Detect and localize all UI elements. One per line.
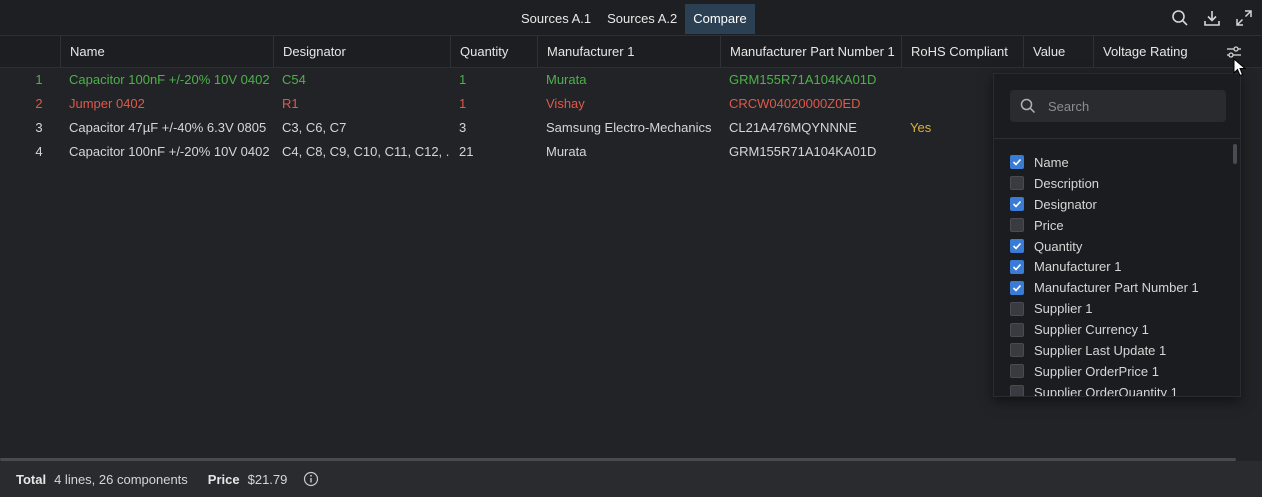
cell-designator: R1 bbox=[282, 96, 299, 111]
info-icon[interactable] bbox=[303, 471, 319, 487]
column-search-input[interactable] bbox=[1048, 90, 1218, 122]
column-option-label: Supplier 1 bbox=[1034, 301, 1093, 317]
column-option-description[interactable]: Description bbox=[1010, 173, 1230, 194]
column-option-supplier-currency[interactable]: Supplier Currency 1 bbox=[1010, 319, 1230, 340]
cell-designator: C3, C6, C7 bbox=[282, 120, 347, 135]
cell-name: Capacitor 47µF +/-40% 6.3V 0805 bbox=[69, 120, 267, 135]
cell-designator: C54 bbox=[282, 72, 306, 87]
column-option-price[interactable]: Price bbox=[1010, 215, 1230, 236]
table-row[interactable]: 3 Capacitor 47µF +/-40% 6.3V 0805 C3, C6… bbox=[0, 116, 1000, 140]
column-option-label: Description bbox=[1034, 175, 1100, 191]
column-header-voltage-rating[interactable]: Voltage Rating bbox=[1093, 36, 1213, 68]
column-option-label: Quantity bbox=[1034, 238, 1083, 254]
column-option-label: Supplier Currency 1 bbox=[1034, 322, 1149, 338]
column-option-label: Price bbox=[1034, 217, 1064, 233]
checkbox[interactable] bbox=[1010, 218, 1024, 233]
cell-mpn: CRCW04020000Z0ED bbox=[729, 96, 861, 111]
row-number: 1 bbox=[35, 72, 43, 87]
checkbox[interactable] bbox=[1010, 155, 1024, 170]
column-option-designator[interactable]: Designator bbox=[1010, 194, 1230, 215]
cell-mpn: CL21A476MQYNNNE bbox=[729, 120, 857, 135]
search-icon bbox=[1020, 98, 1036, 114]
toolbar-icons bbox=[1170, 8, 1254, 28]
mouse-cursor-icon bbox=[1233, 58, 1247, 77]
cell-manufacturer: Vishay bbox=[546, 96, 585, 111]
cell-manufacturer: Murata bbox=[546, 72, 587, 87]
checkbox[interactable] bbox=[1010, 239, 1024, 253]
column-header-name[interactable]: Name bbox=[60, 36, 273, 68]
column-list-scrollbar[interactable] bbox=[1233, 144, 1237, 164]
cell-rohs: Yes bbox=[910, 120, 932, 135]
checkbox[interactable] bbox=[1010, 197, 1024, 212]
column-picker-popover: Name Description Designator Price Quanti… bbox=[993, 73, 1241, 397]
column-header-quantity[interactable]: Quantity bbox=[450, 36, 537, 68]
row-number: 3 bbox=[35, 120, 43, 135]
column-option-supplier[interactable]: Supplier 1 bbox=[1010, 298, 1230, 319]
column-search-box bbox=[1010, 90, 1226, 122]
column-option-manufacturer[interactable]: Manufacturer 1 bbox=[1010, 256, 1230, 277]
checkbox[interactable] bbox=[1010, 343, 1024, 358]
view-tabs: Sources A.1 Sources A.2 Compare bbox=[513, 4, 755, 34]
cell-manufacturer: Murata bbox=[546, 144, 587, 159]
cell-mpn: GRM155R71A104KA01D bbox=[729, 144, 877, 159]
table-row[interactable]: 4 Capacitor 100nF +/-20% 10V 0402 C4, C8… bbox=[0, 140, 1000, 164]
cell-quantity: 1 bbox=[459, 96, 467, 111]
cell-manufacturer: Samsung Electro-Mechanics bbox=[546, 120, 712, 135]
row-number: 4 bbox=[35, 144, 43, 159]
cell-quantity: 21 bbox=[459, 144, 474, 159]
table-row[interactable]: 1 Capacitor 100nF +/-20% 10V 0402 C54 1 … bbox=[0, 68, 1000, 92]
table-row[interactable]: 2 Jumper 0402 R1 1 Vishay CRCW04020000Z0… bbox=[0, 92, 1000, 116]
checkbox[interactable] bbox=[1010, 364, 1024, 379]
cell-name: Jumper 0402 bbox=[69, 96, 145, 111]
column-list: Name Description Designator Price Quanti… bbox=[1010, 152, 1230, 397]
checkbox[interactable] bbox=[1010, 301, 1024, 316]
top-bar: Sources A.1 Sources A.2 Compare bbox=[0, 0, 1262, 36]
column-option-quantity[interactable]: Quantity bbox=[1010, 236, 1230, 257]
cell-quantity: 1 bbox=[459, 72, 467, 87]
checkbox[interactable] bbox=[1010, 280, 1024, 295]
tab-sources-a2[interactable]: Sources A.2 bbox=[599, 4, 685, 34]
tab-compare[interactable]: Compare bbox=[685, 4, 755, 34]
column-option-name[interactable]: Name bbox=[1010, 152, 1230, 173]
column-option-label: Manufacturer 1 bbox=[1034, 259, 1122, 275]
column-header-mpn[interactable]: Manufacturer Part Number 1 bbox=[720, 36, 901, 68]
column-option-label: Name bbox=[1034, 154, 1069, 170]
column-header-manufacturer[interactable]: Manufacturer 1 bbox=[537, 36, 720, 68]
column-option-supplier-order-price[interactable]: Supplier OrderPrice 1 bbox=[1010, 361, 1230, 382]
column-option-label: Designator bbox=[1034, 196, 1097, 212]
cell-quantity: 3 bbox=[459, 120, 467, 135]
column-option-label: Supplier Last Update 1 bbox=[1034, 342, 1167, 358]
price-value: $21.79 bbox=[247, 471, 288, 487]
column-option-label: Supplier OrderQuantity 1 bbox=[1034, 384, 1178, 397]
checkbox[interactable] bbox=[1010, 259, 1024, 274]
table-header: Name Designator Quantity Manufacturer 1 … bbox=[0, 36, 1262, 68]
column-header-designator[interactable]: Designator bbox=[273, 36, 450, 68]
checkbox[interactable] bbox=[1010, 176, 1024, 191]
checkbox[interactable] bbox=[1010, 322, 1024, 337]
cell-name: Capacitor 100nF +/-20% 10V 0402 bbox=[69, 72, 270, 87]
price-label: Price bbox=[207, 471, 240, 487]
download-icon[interactable] bbox=[1202, 8, 1222, 28]
total-value: 4 lines, 26 components bbox=[54, 471, 188, 487]
column-option-label: Supplier OrderPrice 1 bbox=[1034, 363, 1159, 379]
column-header-value[interactable]: Value bbox=[1023, 36, 1093, 68]
total-label: Total bbox=[16, 471, 47, 487]
tab-sources-a1[interactable]: Sources A.1 bbox=[513, 4, 599, 34]
row-number: 2 bbox=[35, 96, 43, 111]
cell-name: Capacitor 100nF +/-20% 10V 0402 bbox=[69, 144, 270, 159]
column-option-mpn[interactable]: Manufacturer Part Number 1 bbox=[1010, 277, 1230, 298]
column-option-supplier-order-quantity[interactable]: Supplier OrderQuantity 1 bbox=[1010, 382, 1230, 397]
cell-mpn: GRM155R71A104KA01D bbox=[729, 72, 877, 87]
footer-summary: Total 4 lines, 26 components Price $21.7… bbox=[0, 461, 1262, 497]
column-option-supplier-last-update[interactable]: Supplier Last Update 1 bbox=[1010, 340, 1230, 361]
column-option-label: Manufacturer Part Number 1 bbox=[1034, 280, 1199, 296]
divider bbox=[994, 138, 1240, 139]
expand-icon[interactable] bbox=[1234, 8, 1254, 28]
cell-designator: C4, C8, C9, C10, C11, C12, ... bbox=[282, 144, 450, 159]
checkbox[interactable] bbox=[1010, 385, 1024, 396]
column-header-rohs[interactable]: RoHS Compliant bbox=[901, 36, 1023, 68]
search-icon[interactable] bbox=[1170, 8, 1190, 28]
